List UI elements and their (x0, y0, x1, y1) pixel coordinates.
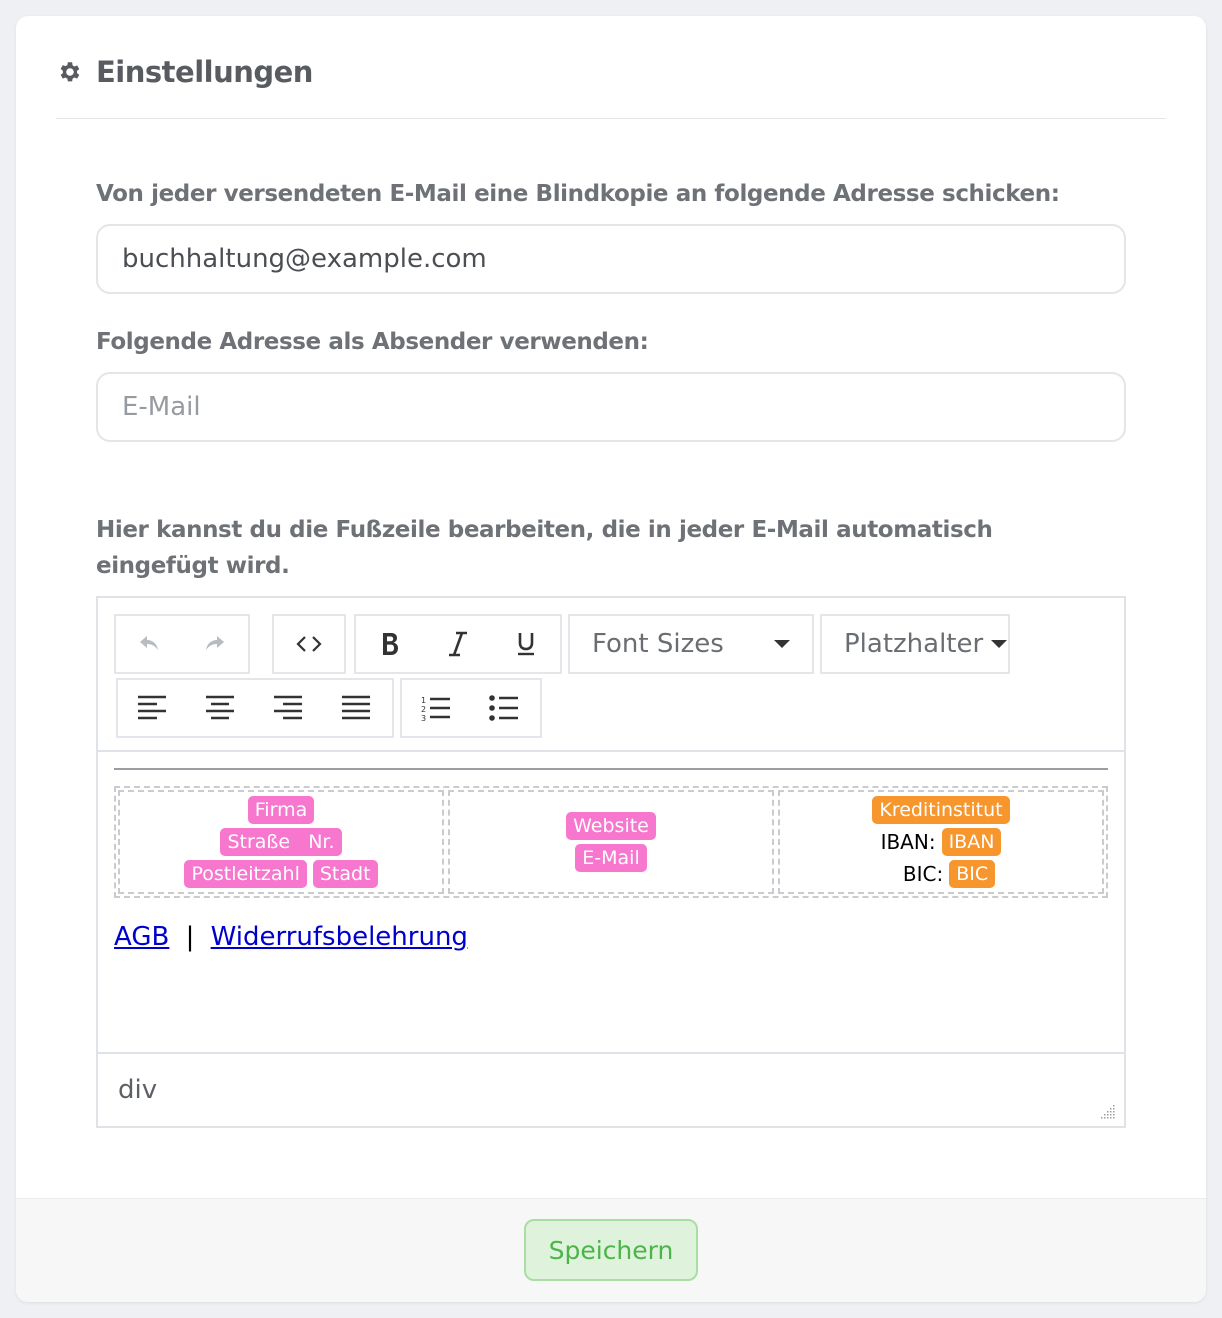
italic-icon (449, 631, 467, 657)
svg-text:2: 2 (421, 705, 426, 714)
bold-button[interactable] (356, 616, 424, 672)
placeholder-strasse-nr[interactable]: Straße Nr. (220, 828, 342, 856)
undo-icon (140, 636, 158, 650)
link-separator: | (185, 922, 195, 952)
placeholder-email[interactable]: E-Mail (575, 844, 647, 872)
widerruf-link[interactable]: Widerrufsbelehrung (211, 922, 468, 952)
svg-text:1: 1 (421, 696, 426, 705)
list-group: 123 (400, 678, 542, 738)
underline-button[interactable] (492, 616, 560, 672)
placeholders-dropdown[interactable]: Platzhalter (820, 614, 1010, 674)
font-sizes-dropdown[interactable]: Font Sizes (568, 614, 814, 674)
footer-editor-label-line2: eingefügt wird. (96, 553, 290, 579)
ordered-list-icon: 123 (421, 696, 450, 722)
chevron-down-icon (774, 640, 790, 648)
bcc-email-input[interactable] (96, 224, 1126, 294)
undo-button[interactable] (116, 616, 182, 672)
ordered-list-button[interactable]: 123 (402, 680, 470, 736)
codeview-group (272, 614, 346, 674)
align-right-icon (274, 695, 302, 720)
font-sizes-label: Font Sizes (592, 629, 724, 659)
element-path: div (118, 1075, 158, 1105)
align-left-icon (138, 695, 166, 720)
align-justify-button[interactable] (322, 680, 390, 736)
editor-content[interactable]: Firma Straße Nr. Postleitzahl Stadt Websi… (98, 752, 1124, 1052)
card-footer: Speichern (16, 1198, 1206, 1302)
placeholder-kreditinstitut[interactable]: Kreditinstitut (872, 796, 1010, 824)
chevron-down-icon (991, 640, 1008, 648)
sender-label: Folgende Adresse als Absender verwenden: (96, 329, 649, 355)
page-title: Einstellungen (96, 55, 313, 89)
placeholder-nr: Nr. (308, 831, 335, 853)
editor-toolbar: Font Sizes Platzhalter 1 2 3 (98, 598, 1124, 752)
bic-label: BIC: (902, 862, 944, 886)
editor-statusbar: div (98, 1052, 1124, 1126)
unordered-list-icon (489, 695, 518, 721)
legal-links: AGB | Widerrufsbelehrung (114, 922, 468, 952)
company-column: Firma Straße Nr. Postleitzahl Stadt (118, 790, 444, 894)
bold-icon (383, 633, 398, 655)
placeholder-iban[interactable]: IBAN (941, 828, 1002, 856)
placeholders-label: Platzhalter (844, 629, 984, 659)
redo-icon (206, 636, 224, 650)
svg-text:3: 3 (421, 714, 426, 722)
font-style-group (354, 614, 562, 674)
placeholder-website[interactable]: Website (566, 812, 656, 840)
footer-editor: Font Sizes Platzhalter 1 2 3 Firma Straß… (96, 596, 1126, 1128)
align-left-button[interactable] (118, 680, 186, 736)
align-justify-icon (342, 695, 370, 720)
header-divider (56, 118, 1166, 119)
placeholder-strasse: Straße (227, 831, 291, 853)
italic-button[interactable] (424, 616, 492, 672)
history-group (114, 614, 250, 674)
placeholder-bic[interactable]: BIC (949, 860, 996, 888)
placeholder-firma[interactable]: Firma (247, 796, 315, 824)
settings-card: Einstellungen Von jeder versendeten E-Ma… (16, 16, 1206, 1302)
gear-icon (60, 62, 80, 82)
horizontal-rule (114, 768, 1108, 770)
card-header: Einstellungen (56, 52, 313, 92)
redo-button[interactable] (182, 616, 248, 672)
placeholder-postleitzahl[interactable]: Postleitzahl (184, 860, 307, 888)
align-center-icon (206, 695, 234, 720)
footer-editor-label: Hier kannst du die Fußzeile bearbeiten, … (96, 512, 993, 584)
unordered-list-button[interactable] (470, 680, 538, 736)
sender-email-input[interactable] (96, 372, 1126, 442)
align-group (116, 678, 394, 738)
footer-editor-label-line1: Hier kannst du die Fußzeile bearbeiten, … (96, 517, 993, 543)
agb-link[interactable]: AGB (114, 922, 169, 952)
resize-handle-icon[interactable] (1100, 1104, 1116, 1120)
placeholder-stadt[interactable]: Stadt (312, 860, 378, 888)
align-right-button[interactable] (254, 680, 322, 736)
iban-label: IBAN: (880, 830, 936, 854)
footer-table: Firma Straße Nr. Postleitzahl Stadt Websi… (114, 786, 1108, 898)
align-center-button[interactable] (186, 680, 254, 736)
bcc-label: Von jeder versendeten E-Mail eine Blindk… (96, 181, 1060, 207)
save-button[interactable]: Speichern (524, 1219, 698, 1281)
codeview-button[interactable] (275, 616, 343, 672)
contact-column: Website E-Mail (448, 790, 774, 894)
bank-column: Kreditinstitut IBAN: IBAN BIC: BIC (778, 790, 1104, 894)
code-icon (296, 636, 322, 652)
underline-icon (518, 633, 534, 656)
